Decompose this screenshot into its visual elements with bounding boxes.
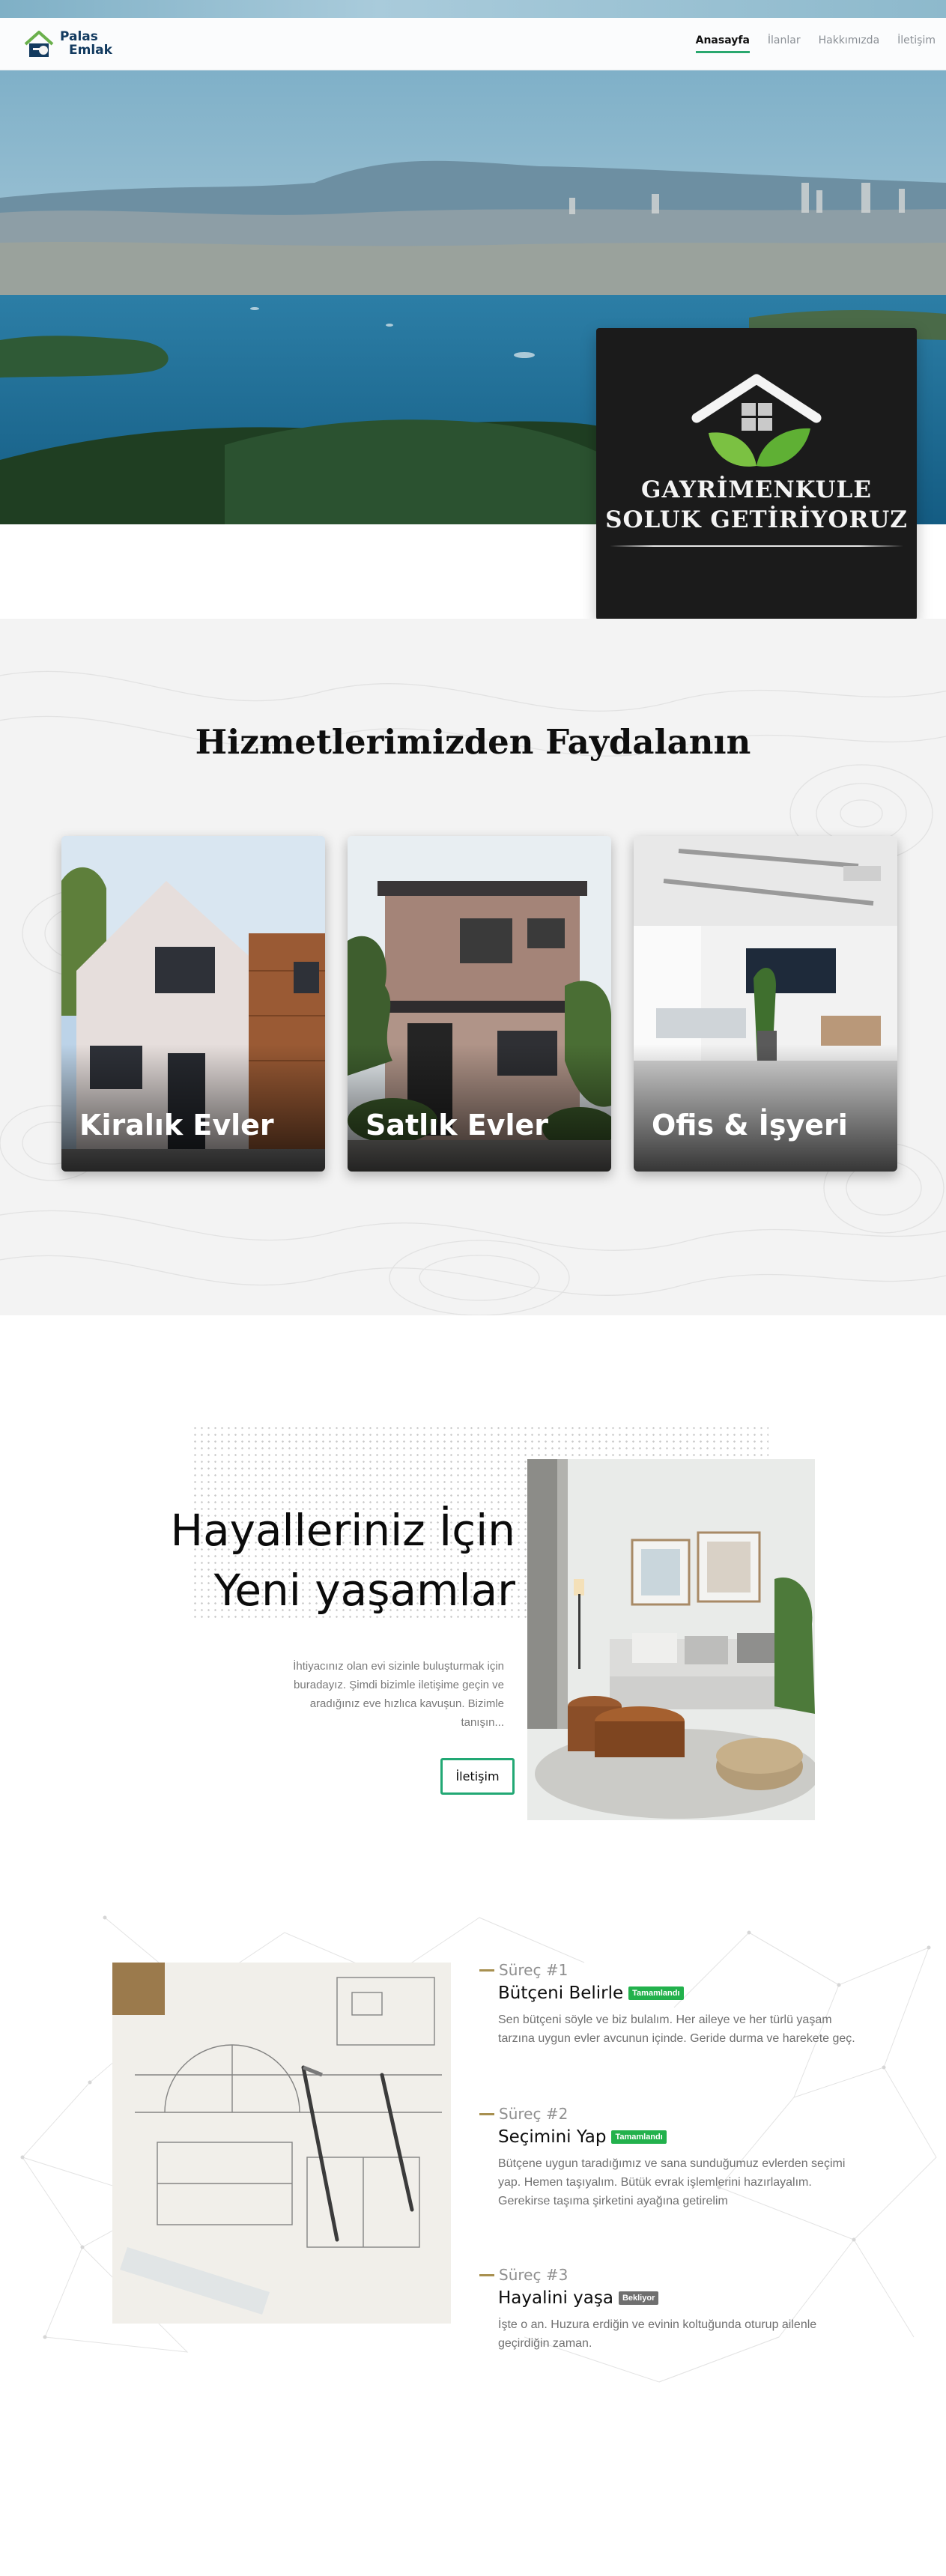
process-step-1: Süreç #1 Bütçeni Belirle Tamamlandı Sen b… [479,1961,869,2048]
card-shade [61,1044,325,1172]
service-card-sale[interactable]: Satlık Evler [348,836,611,1172]
step-number: Süreç #1 [479,1961,869,1979]
nav-item-hakkimizda[interactable]: Hakkımızda [819,34,880,53]
service-card-label: Satlık Evler [366,1109,548,1142]
blueprint-image [112,1963,451,2324]
status-badge: Tamamlandı [628,1986,684,2000]
dreams-title: Hayalleriniz İçin Yeni yaşamlar [112,1500,515,1620]
status-badge: Bekliyor [618,2291,659,2305]
process-step-2: Süreç #2 Seçimini Yap Tamamlandı Bütçene … [479,2105,869,2210]
logo-line2: Emlak [69,43,112,58]
living-room-image [527,1459,815,1820]
step-heading: Hayalini yaşa Bekliyor [479,2288,869,2308]
step-description: İşte o an. Huzura erdiğin ve evinin kolt… [498,2318,817,2350]
main-nav: Anasayfa İlanlar Hakkımızda İletişim [695,34,936,53]
dreams-title-line1: Hayalleriniz İçin [170,1505,515,1556]
hero-slogan-card: GAYRİMENKULE SOLUK GETİRİYORUZ [596,328,917,620]
service-card-label: Kiralık Evler [79,1109,274,1142]
card-shade [348,1044,611,1172]
step-number: Süreç #3 [479,2266,869,2284]
service-card-office[interactable]: Ofis & İşyeri [634,836,897,1172]
step-description: Sen bütçeni söyle ve biz bulalım. Her ai… [498,2013,855,2045]
dreams-text: İhtiyacınız olan evi sizinle buluşturmak… [293,1660,504,1729]
step-dash [479,2112,494,2115]
nav-item-iletisim[interactable]: İletişim [897,34,936,53]
top-strip [0,0,946,18]
step-heading: Seçimini Yap Tamamlandı [479,2127,869,2147]
nav-item-anasayfa[interactable]: Anasayfa [695,34,750,53]
contact-button[interactable]: İletişim [440,1758,515,1795]
navbar: Palas Emlak Anasayfa İlanlar Hakkımızda … [0,18,946,70]
step-title: Bütçeni Belirle [498,1983,624,2003]
step-description: Bütçene uygun taradığımız ve sana sunduğ… [498,2157,846,2207]
logo[interactable]: Palas Emlak [22,27,112,61]
step-number-text: Süreç #3 [499,2266,568,2284]
step-number: Süreç #2 [479,2105,869,2123]
dreams-title-line2: Yeni yaşamlar [213,1565,515,1616]
step-dash [479,2273,494,2276]
logo-text: Palas Emlak [58,30,112,58]
step-title: Hayalini yaşa [498,2288,613,2308]
status-badge: Tamamlandı [611,2130,667,2144]
process-step-3: Süreç #3 Hayalini yaşa Bekliyor İşte o an… [479,2266,869,2353]
nav-item-ilanlar[interactable]: İlanlar [768,34,801,53]
card-shade [634,1044,897,1172]
step-number-text: Süreç #1 [499,1961,568,1979]
hero-slogan-line2: SOLUK GETİRİYORUZ [605,506,908,533]
step-title: Seçimini Yap [498,2127,607,2147]
step-dash [479,1969,494,1972]
step-number-text: Süreç #2 [499,2105,568,2123]
services-title: Hizmetlerimizden Faydalanın [195,722,751,762]
service-card-rental[interactable]: Kiralık Evler [61,836,325,1172]
page: Palas Emlak Anasayfa İlanlar Hakkımızda … [0,0,946,2576]
service-card-label: Ofis & İşyeri [652,1109,848,1142]
slogan-divider [610,545,903,547]
house-leaf-icon [691,374,822,467]
services-section: Hizmetlerimizden Faydalanın Kiralık Evle… [0,619,946,1315]
step-heading: Bütçeni Belirle Tamamlandı [479,1983,869,2003]
hero-slogan-line1: GAYRİMENKULE [641,476,872,503]
house-key-logo-icon [24,31,54,57]
